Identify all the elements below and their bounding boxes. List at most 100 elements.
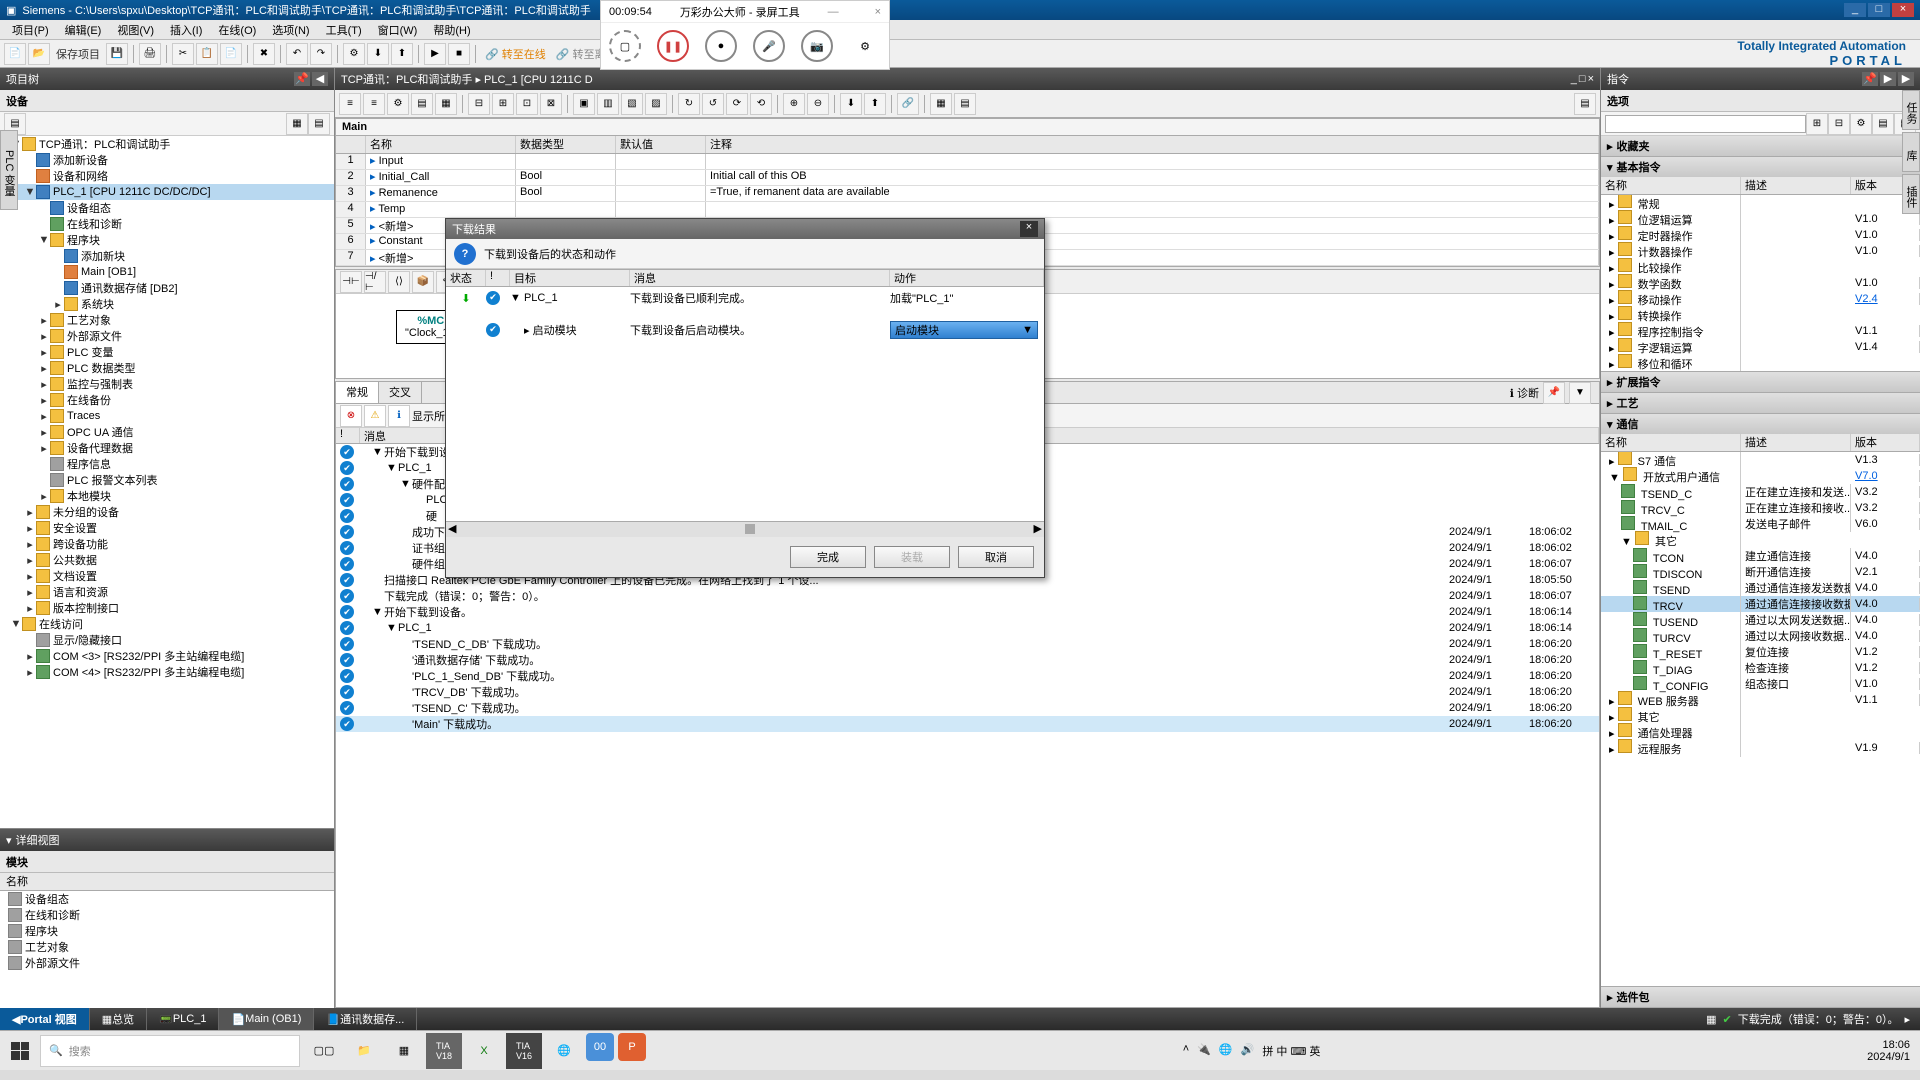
tray-ime[interactable]: 拼 中 ⌨ 英 (1262, 1043, 1320, 1059)
minimize-button[interactable]: _ (1844, 3, 1866, 17)
tia-v18-icon[interactable]: TIAV18 (426, 1033, 462, 1069)
editor-max-icon[interactable]: □ (1579, 73, 1586, 85)
basic-instruction[interactable]: ▸ 移位和循环 (1601, 355, 1920, 371)
tree-item[interactable]: ▸文档设置 (0, 568, 334, 584)
ed-btn-14[interactable]: ↻ (678, 93, 700, 115)
edge-icon[interactable]: 🌐 (546, 1033, 582, 1069)
comm-instruction[interactable]: TRCV通过通信连接接收数据V4.0 (1601, 596, 1920, 612)
ed-btn-8[interactable]: ⊡ (516, 93, 538, 115)
net-btn-1[interactable]: ⊣⊢ (340, 271, 362, 293)
tree-item[interactable]: ▸未分组的设备 (0, 504, 334, 520)
action-combobox[interactable]: 启动模块▼ (890, 321, 1038, 339)
comm-instructions-tree[interactable]: ▸ S7 通信V1.3▼ 开放式用户通信V7.0 TSEND_C正在建立连接和发… (1601, 452, 1920, 986)
tree-item[interactable]: Main [OB1] (0, 264, 334, 280)
pane-pin-icon[interactable]: 📌 (294, 72, 310, 86)
detail-item[interactable]: 外部源文件 (0, 955, 334, 971)
instr-btn-2[interactable]: ⊟ (1828, 113, 1850, 135)
menu-options[interactable]: 选项(N) (264, 20, 317, 39)
tia-v16-icon[interactable]: TIAV16 (506, 1033, 542, 1069)
ed-btn-11[interactable]: ▥ (597, 93, 619, 115)
comm-instruction[interactable]: ▸ 通信处理器 (1601, 724, 1920, 740)
tree-item[interactable]: 显示/隐藏接口 (0, 632, 334, 648)
side-tab-addins[interactable]: 插件 (1902, 174, 1920, 214)
download-button[interactable]: ⬇ (367, 43, 389, 65)
filter-info-icon[interactable]: ℹ (388, 405, 410, 427)
tray-up-icon[interactable]: ˄ (1183, 1043, 1189, 1059)
comm-instruction[interactable]: ▸ WEB 服务器V1.1 (1601, 692, 1920, 708)
tree-item[interactable]: ▸系统块 (0, 296, 334, 312)
comm-instruction[interactable]: TCON建立通信连接V4.0 (1601, 548, 1920, 564)
message-row[interactable]: ✔下载完成（错误：0；警告：0）。2024/9/118:06:07 (336, 588, 1599, 604)
tree-item[interactable]: ▸工艺对象 (0, 312, 334, 328)
redo-button[interactable]: ↷ (310, 43, 332, 65)
plc-tab[interactable]: 📟 PLC_1 (147, 1008, 219, 1030)
side-tab-tasks[interactable]: 任务 (1902, 90, 1920, 130)
tree-item[interactable]: ▸PLC 变量 (0, 344, 334, 360)
project-tree[interactable]: ▼TCP通讯：PLC和调试助手添加新设备设备和网络▼PLC_1 [CPU 121… (0, 136, 334, 828)
ed-btn-21[interactable]: ⬆ (864, 93, 886, 115)
tree-item[interactable]: ▸在线备份 (0, 392, 334, 408)
message-row[interactable]: ✔'TSEND_C_DB' 下载成功。2024/9/118:06:20 (336, 636, 1599, 652)
editor-close-icon[interactable]: × (1588, 73, 1594, 85)
comm-instruction[interactable]: ▸ S7 通信V1.3 (1601, 452, 1920, 468)
ed-btn-7[interactable]: ⊞ (492, 93, 514, 115)
tree-item[interactable]: 设备组态 (0, 200, 334, 216)
tree-item[interactable]: 设备和网络 (0, 168, 334, 184)
detail-tree[interactable]: 设备组态在线和诊断程序块工艺对象外部源文件 (0, 891, 334, 1008)
delete-button[interactable]: ✖ (253, 43, 275, 65)
ppt-icon[interactable]: P (618, 1033, 646, 1061)
comm-instruction[interactable]: ▸ 其它 (1601, 708, 1920, 724)
rec-min-icon[interactable]: — (828, 6, 839, 18)
instr-btn-4[interactable]: ▤ (1872, 113, 1894, 135)
menu-edit[interactable]: 编辑(E) (57, 20, 110, 39)
go-online-button[interactable]: 🔗 转至在线 (481, 46, 550, 62)
section-tech[interactable]: ▸工艺 (1601, 393, 1920, 413)
comm-instruction[interactable]: ▸ 远程服务V1.9 (1601, 740, 1920, 756)
ed-view-icon[interactable]: ▤ (1574, 93, 1596, 115)
upload-button[interactable]: ⬆ (391, 43, 413, 65)
ed-btn-20[interactable]: ⬇ (840, 93, 862, 115)
cut-button[interactable]: ✂ (172, 43, 194, 65)
info-collapse-icon[interactable]: ▼ (1569, 382, 1591, 404)
tree-item[interactable]: ▸跨设备功能 (0, 536, 334, 552)
tree-item[interactable]: ▸本地模块 (0, 488, 334, 504)
ed-btn-6[interactable]: ⊟ (468, 93, 490, 115)
basic-instruction[interactable]: ▸ 移动操作V2.4 (1601, 291, 1920, 307)
tree-item[interactable]: ▸设备代理数据 (0, 440, 334, 456)
tree-item[interactable]: ▸外部源文件 (0, 328, 334, 344)
tree-item[interactable]: ▼TCP通讯：PLC和调试助手 (0, 136, 334, 152)
basic-instruction[interactable]: ▸ 定时器操作V1.0 (1601, 227, 1920, 243)
excel2-icon[interactable]: X (466, 1033, 502, 1069)
tray-net-icon[interactable]: 🌐 (1219, 1043, 1233, 1059)
rec-stop-button[interactable]: ● (705, 30, 737, 62)
info-pin-icon[interactable]: 📌 (1543, 382, 1565, 404)
tree-item[interactable]: ▸版本控制接口 (0, 600, 334, 616)
tree-item[interactable]: 通讯数据存储 [DB2] (0, 280, 334, 296)
start-button[interactable] (0, 1031, 40, 1071)
ed-btn-22[interactable]: 🔗 (897, 93, 919, 115)
comm-instruction[interactable]: TURCV通过以太网接收数据...V4.0 (1601, 628, 1920, 644)
cancel-button[interactable]: 取消 (958, 546, 1034, 568)
tree-view1-icon[interactable]: ▦ (286, 113, 308, 135)
compile-button[interactable]: ⚙ (343, 43, 365, 65)
rec-area-button[interactable]: ▢ (609, 30, 641, 62)
interface-row[interactable]: 3▸ RemanenceBool=True, if remanent data … (336, 186, 1599, 202)
tab-general[interactable]: 常规 (336, 382, 379, 403)
tree-item[interactable]: ▸OPC UA 通信 (0, 424, 334, 440)
comm-instruction[interactable]: ▼ 开放式用户通信V7.0 (1601, 468, 1920, 484)
dlg-row-plc[interactable]: ⬇ ✔ ▼ PLC_1 下载到设备已顺利完成。 加载"PLC_1" (446, 287, 1044, 309)
menu-online[interactable]: 在线(O) (210, 20, 264, 39)
rec-pause-button[interactable]: ❚❚ (657, 30, 689, 62)
taskbar-search[interactable]: 🔍 搜索 (40, 1035, 300, 1067)
undo-button[interactable]: ↶ (286, 43, 308, 65)
tree-item[interactable]: ▸COM <4> [RS232/PPI 多主站编程电缆] (0, 664, 334, 680)
dialog-scrollbar[interactable]: ◀ ▶ (446, 521, 1044, 537)
ed-btn-1[interactable]: ≡ (339, 93, 361, 115)
side-tab-plc-vars[interactable]: PLC 变量 (0, 130, 18, 210)
instr-btn-3[interactable]: ⚙ (1850, 113, 1872, 135)
portal-view-button[interactable]: ◀ Portal 视图 (0, 1008, 90, 1030)
show-all-label[interactable]: 显示所 (412, 408, 445, 424)
dlg-row-module[interactable]: ✔ ▸ 启动模块 下载到设备后启动模块。 启动模块▼ (446, 319, 1044, 341)
ed-btn-10[interactable]: ▣ (573, 93, 595, 115)
detail-item[interactable]: 设备组态 (0, 891, 334, 907)
